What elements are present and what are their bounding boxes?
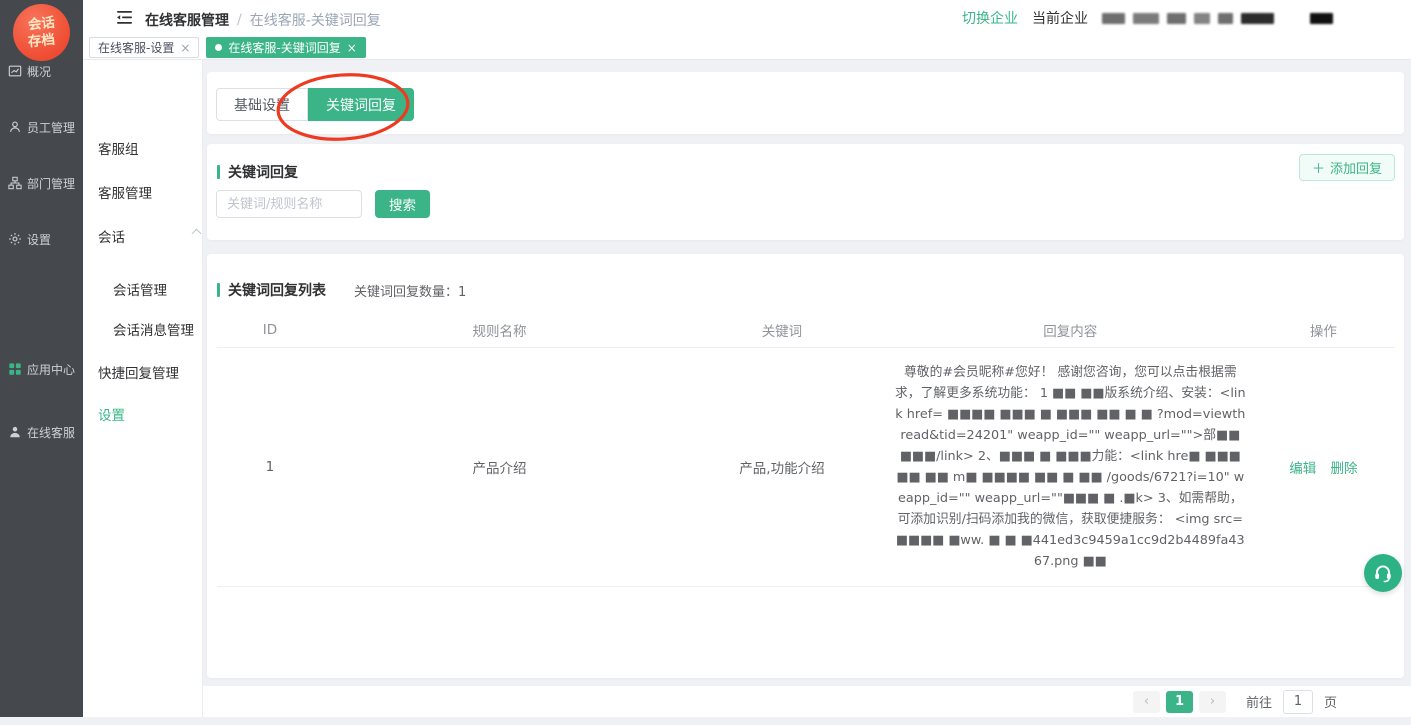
submenu-item-quick-reply[interactable]: 快捷回复管理 bbox=[98, 362, 179, 382]
sidebar-item-app-center[interactable]: 应用中心 bbox=[0, 359, 83, 379]
submenu-item-session[interactable]: 会话 bbox=[98, 226, 125, 246]
breadcrumb-root[interactable]: 在线客服管理 bbox=[145, 10, 229, 30]
secondary-sidebar: 客服组 客服管理 会话 会话管理 会话消息管理 快捷回复管理 设置 bbox=[83, 60, 203, 717]
page-number-button[interactable]: 1 bbox=[1166, 691, 1193, 713]
pagination-bar: ‹ 1 › 前往 页 bbox=[203, 686, 1411, 717]
sidebar-item-label: 设置 bbox=[27, 231, 51, 248]
sidebar-item-settings[interactable]: 设置 bbox=[0, 229, 83, 249]
basic-settings-button[interactable]: 基础设置 bbox=[216, 88, 308, 121]
cell-reply: 尊敬的#会员昵称#您好！ 感谢您咨询，您可以点击根据需求，了解更多系统功能： 1… bbox=[888, 348, 1253, 586]
sidebar-item-staff[interactable]: 员工管理 bbox=[0, 117, 83, 137]
submenu-item-session-manage[interactable]: 会话管理 bbox=[113, 279, 167, 299]
keyword-reply-search-panel: 关键词回复 搜索 ＋ 添加回复 bbox=[207, 144, 1404, 240]
primary-sidebar: 会话 存档 概况 员工管理 部门管理 设置 应用中心 bbox=[0, 0, 83, 717]
close-icon[interactable]: × bbox=[180, 42, 190, 54]
tab-label: 在线客服-设置 bbox=[98, 39, 174, 56]
collapse-menu-icon[interactable] bbox=[116, 10, 133, 25]
gear-icon bbox=[8, 232, 22, 246]
reply-count: 关键词回复数量：1 bbox=[354, 281, 466, 300]
search-row: 搜索 bbox=[216, 190, 430, 218]
goto-page-input[interactable] bbox=[1283, 690, 1313, 714]
submenu-item-settings[interactable]: 设置 bbox=[98, 404, 125, 424]
settings-tabs-panel: 基础设置 关键词回复 bbox=[207, 72, 1404, 134]
goto-label: 前往 bbox=[1246, 692, 1272, 711]
keyword-reply-button[interactable]: 关键词回复 bbox=[308, 88, 414, 121]
col-header-rule: 规则名称 bbox=[323, 316, 676, 344]
sidebar-item-label: 在线客服 bbox=[27, 424, 75, 441]
table-row: 1 产品介绍 产品,功能介绍 尊敬的#会员昵称#您好！ 感谢您咨询，您可以点击根… bbox=[217, 348, 1394, 587]
add-reply-button[interactable]: ＋ 添加回复 bbox=[1299, 154, 1395, 181]
sidebar-item-label: 部门管理 bbox=[27, 175, 75, 192]
sidebar-item-department[interactable]: 部门管理 bbox=[0, 173, 83, 193]
current-company-label: 当前企业 bbox=[1032, 8, 1088, 28]
chart-icon bbox=[8, 64, 22, 78]
cell-keyword: 产品,功能介绍 bbox=[676, 453, 888, 481]
submenu-item-label: 会话 bbox=[98, 230, 125, 246]
submenu-item-service-group[interactable]: 客服组 bbox=[98, 138, 139, 158]
col-header-reply: 回复内容 bbox=[888, 316, 1253, 344]
breadcrumb-current: 在线客服-关键词回复 bbox=[250, 10, 381, 30]
keyword-search-input[interactable] bbox=[216, 190, 362, 218]
customer-service-float-button[interactable] bbox=[1364, 554, 1402, 592]
section-marker bbox=[217, 283, 220, 297]
open-tabs-bar: 在线客服-设置 × 在线客服-关键词回复 × bbox=[83, 36, 1411, 60]
section-title-text: 关键词回复列表 bbox=[228, 280, 326, 300]
logo-text-bottom: 存档 bbox=[27, 31, 56, 51]
cell-id: 1 bbox=[217, 455, 323, 479]
sidebar-item-overview[interactable]: 概况 bbox=[0, 61, 83, 81]
breadcrumb: 在线客服管理 / 在线客服-关键词回复 bbox=[145, 10, 381, 30]
cell-operations: 编辑 删除 bbox=[1253, 453, 1394, 481]
sidebar-item-label: 概况 bbox=[27, 63, 51, 80]
active-tab-dot bbox=[215, 44, 222, 51]
reply-count-value: 1 bbox=[458, 285, 466, 300]
switch-company-link[interactable]: 切换企业 bbox=[962, 8, 1018, 28]
settings-tab-group: 基础设置 关键词回复 bbox=[216, 88, 414, 121]
department-icon bbox=[8, 176, 22, 190]
search-button[interactable]: 搜索 bbox=[375, 190, 430, 218]
tab-online-service-settings[interactable]: 在线客服-设置 × bbox=[89, 37, 199, 58]
goto-unit-label: 页 bbox=[1324, 692, 1337, 711]
table-header-row: ID 规则名称 关键词 回复内容 操作 bbox=[217, 312, 1394, 348]
cell-rule: 产品介绍 bbox=[323, 453, 676, 481]
add-reply-label: 添加回复 bbox=[1330, 158, 1382, 177]
agent-icon bbox=[8, 425, 22, 439]
section-marker bbox=[217, 165, 220, 179]
col-header-id: ID bbox=[217, 318, 323, 342]
col-header-keyword: 关键词 bbox=[676, 316, 888, 344]
top-header: 在线客服管理 / 在线客服-关键词回复 切换企业 当前企业 bbox=[83, 0, 1411, 36]
app-logo[interactable]: 会话 存档 bbox=[13, 4, 70, 61]
next-page-button[interactable]: › bbox=[1199, 691, 1226, 713]
reply-count-label: 关键词回复数量： bbox=[354, 285, 458, 300]
submenu-item-service-manage[interactable]: 客服管理 bbox=[98, 182, 152, 202]
close-icon[interactable]: × bbox=[347, 42, 357, 54]
sidebar-item-online-service[interactable]: 在线客服 bbox=[0, 422, 83, 442]
prev-page-button[interactable]: ‹ bbox=[1133, 691, 1160, 713]
section-title-keyword-reply: 关键词回复 bbox=[217, 162, 298, 182]
keyword-reply-table: ID 规则名称 关键词 回复内容 操作 1 产品介绍 产品,功能介绍 尊敬的#会… bbox=[217, 312, 1394, 587]
section-title-text: 关键词回复 bbox=[228, 162, 298, 182]
sidebar-item-label: 应用中心 bbox=[27, 361, 75, 378]
edit-link[interactable]: 编辑 bbox=[1289, 461, 1316, 477]
apps-grid-icon bbox=[8, 362, 22, 376]
tab-label: 在线客服-关键词回复 bbox=[228, 39, 340, 56]
header-right: 切换企业 当前企业 bbox=[962, 0, 1393, 36]
submenu-item-session-message[interactable]: 会话消息管理 bbox=[113, 319, 194, 339]
redacted-company-name bbox=[1102, 13, 1333, 24]
staff-icon bbox=[8, 120, 22, 134]
section-title-reply-list: 关键词回复列表 关键词回复数量：1 bbox=[217, 280, 466, 300]
keyword-reply-list-panel: 关键词回复列表 关键词回复数量：1 ID 规则名称 关键词 回复内容 操作 1 … bbox=[207, 254, 1404, 678]
sidebar-item-label: 员工管理 bbox=[27, 119, 75, 136]
tab-keyword-reply[interactable]: 在线客服-关键词回复 × bbox=[206, 37, 365, 58]
breadcrumb-separator: / bbox=[237, 12, 242, 28]
plus-icon: ＋ bbox=[1312, 158, 1325, 177]
chevron-up-icon bbox=[192, 229, 202, 239]
delete-link[interactable]: 删除 bbox=[1331, 461, 1358, 477]
reply-content-text: 尊敬的#会员昵称#您好！ 感谢您咨询，您可以点击根据需求，了解更多系统功能： 1… bbox=[894, 362, 1247, 572]
col-header-ops: 操作 bbox=[1253, 316, 1394, 344]
headset-icon bbox=[1372, 562, 1394, 584]
